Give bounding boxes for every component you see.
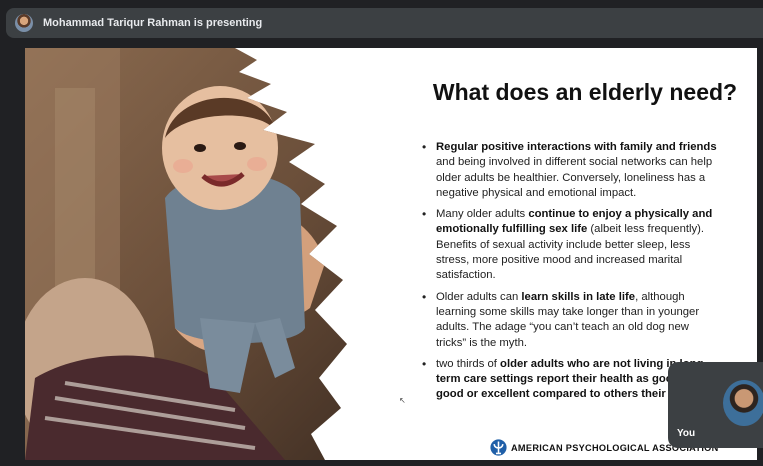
mouse-cursor-icon: ↖ xyxy=(399,396,406,405)
self-video-tile[interactable]: You xyxy=(668,362,763,448)
presenter-text: Mohammad Tariqur Rahman is presenting xyxy=(43,17,263,29)
shared-slide: What does an elderly need? Regular posit… xyxy=(25,48,757,460)
self-label: You xyxy=(677,428,696,439)
slide-bullet: Regular positive interactions with famil… xyxy=(422,140,722,201)
bullet-segment: Many older adults xyxy=(436,208,529,221)
bullet-segment: and being involved in different social n… xyxy=(436,156,713,199)
slide-bullet: Older adults can learn skills in late li… xyxy=(422,290,722,351)
bullet-segment: Older adults can xyxy=(436,290,522,303)
slide-bullet: Many older adults continue to enjoy a ph… xyxy=(422,207,722,283)
self-avatar xyxy=(723,380,763,426)
presenter-avatar xyxy=(15,14,33,32)
slide-title: What does an elderly need? xyxy=(432,79,738,105)
bullet-segment: Regular positive interactions with famil… xyxy=(436,141,717,153)
bullet-segment: learn skills in late life xyxy=(521,290,636,303)
slide-photo-baby-lifted xyxy=(25,48,347,460)
presenting-banner: Mohammad Tariqur Rahman is presenting xyxy=(6,8,763,38)
psi-icon xyxy=(490,439,507,456)
bullet-segment: two thirds of xyxy=(436,357,501,370)
